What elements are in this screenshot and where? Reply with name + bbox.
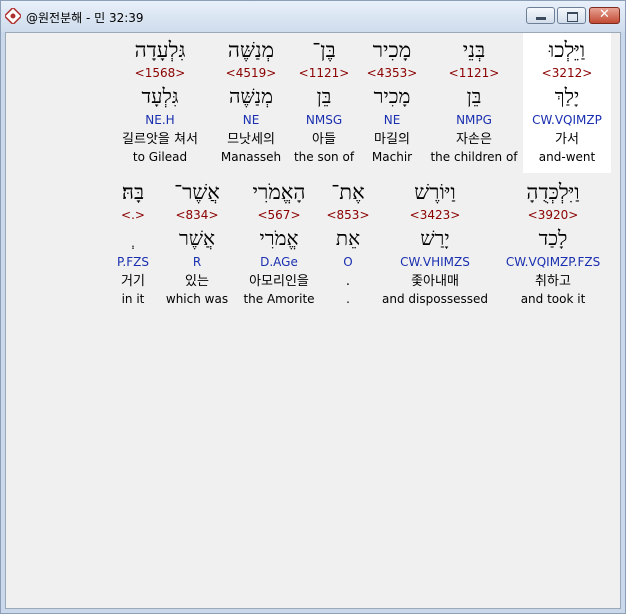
strong-number[interactable]: <3423> xyxy=(380,208,490,222)
word-cell[interactable]: מְנַשֶּׁה <4519> מְנַשֶּׁה NE 므낫세의 Manas… xyxy=(218,33,284,173)
title-bar[interactable]: @원전분해 - 민 32:39 ✕ xyxy=(1,1,625,32)
english-gloss: and-went xyxy=(538,150,596,164)
strong-number[interactable]: <853> xyxy=(324,208,372,222)
word-cell[interactable]: בֶּן־ <1121> בֵּן NMSG 아들 the son of xyxy=(292,33,356,173)
word-cell[interactable]: בָּהּ׃ <.> ְ P.FZS 거기 in it xyxy=(110,175,156,315)
hebrew-word: הָאֱמֹרִי xyxy=(252,180,306,204)
english-gloss: the Amorite xyxy=(243,292,315,306)
morphology-code: NE xyxy=(383,113,401,127)
strong-number[interactable]: <1568> xyxy=(110,66,210,80)
lemma-word: אֱמֹרִי xyxy=(259,226,299,250)
hebrew-word: וַיּוֹרֶשׁ xyxy=(414,180,456,204)
strong-number[interactable]: <4519> xyxy=(218,66,284,80)
close-button[interactable]: ✕ xyxy=(589,7,620,24)
korean-gloss: 거기 xyxy=(121,274,145,289)
lemma-word: יָלַךְ xyxy=(554,84,580,108)
lemma-word: אֵת xyxy=(335,226,361,250)
morphology-code: NE xyxy=(242,113,260,127)
english-gloss: to Gilead xyxy=(132,150,188,164)
lemma-word: לָכַד xyxy=(538,226,568,250)
lemma-word: בֵּן xyxy=(316,84,332,108)
strong-number[interactable]: <3212> xyxy=(523,66,611,80)
english-gloss: and took it xyxy=(520,292,586,306)
minimize-button[interactable] xyxy=(526,7,555,24)
korean-gloss: 좇아내매 xyxy=(411,274,459,289)
app-logo-icon xyxy=(5,8,21,24)
morphology-code: NMSG xyxy=(305,113,343,127)
korean-gloss: 가서 xyxy=(555,132,579,147)
word-cell[interactable]: אֲשֶׁר־ <834> אֲשֶׁר R 있는 which was xyxy=(164,175,230,315)
hebrew-word: גִּלְעָדָה xyxy=(134,38,186,62)
morphology-code: NE.H xyxy=(145,113,175,127)
interlinear-panel: וַיֵּלְכוּ <3212> יָלַךְ CW.VQIMZP 가서 an… xyxy=(5,32,621,609)
word-cell[interactable]: וַיּוֹרֶשׁ <3423> יָרַשׁ CW.VHIMZS 좇아내매 … xyxy=(380,175,490,315)
korean-gloss: . xyxy=(345,274,351,289)
word-cell[interactable]: גִּלְעָדָה <1568> גִּלְעָד NE.H 길르앗을 쳐서 … xyxy=(110,33,210,173)
english-gloss: Manasseh xyxy=(220,150,282,164)
morphology-code: D.AGe xyxy=(260,255,298,269)
word-cell[interactable]: מָכִיר <4353> מָכִיר NE 마길의 Machir xyxy=(362,33,422,173)
hebrew-word: אֲשֶׁר־ xyxy=(174,180,220,204)
hebrew-word: אֶת־ xyxy=(331,180,365,204)
hebrew-word: מְנַשֶּׁה xyxy=(227,38,275,62)
english-gloss: which was xyxy=(165,292,229,306)
english-gloss: . xyxy=(346,292,350,306)
morphology-code: CW.VHIMZS xyxy=(400,255,470,269)
morphology-code: O xyxy=(343,255,353,269)
english-gloss: the son of xyxy=(293,150,355,164)
maximize-button[interactable] xyxy=(557,7,586,24)
minimize-icon xyxy=(536,17,546,20)
lemma-word: גִּלְעָד xyxy=(141,84,179,108)
word-cell[interactable]: אֶת־ <853> אֵת O . . xyxy=(324,175,372,315)
close-icon: ✕ xyxy=(599,7,610,22)
korean-gloss: 있는 xyxy=(185,274,209,289)
window-title: @원전분해 - 민 32:39 xyxy=(26,11,144,25)
lemma-word: מְנַשֶּׁה xyxy=(228,84,274,108)
lemma-word: אֲשֶׁר xyxy=(179,226,215,250)
lemma-word: מָכִיר xyxy=(373,84,411,108)
morphology-code: P.FZS xyxy=(117,255,149,269)
maximize-icon xyxy=(567,12,578,22)
korean-gloss: 자손은 xyxy=(456,132,492,147)
word-cell[interactable]: וַיֵּלְכוּ <3212> יָלַךְ CW.VQIMZP 가서 an… xyxy=(523,33,611,173)
morphology-code: CW.VQIMZP xyxy=(532,113,602,127)
hebrew-word: מָכִיר xyxy=(372,38,412,62)
strong-number[interactable]: <567> xyxy=(240,208,318,222)
korean-gloss: 길르앗을 쳐서 xyxy=(122,132,198,147)
morphology-code: R xyxy=(192,255,202,269)
english-gloss: and dispossessed xyxy=(382,292,488,306)
word-cell[interactable]: וַיִּלְכְּדֻהָ <3920> לָכַד CW.VQIMZP.FZ… xyxy=(500,175,606,315)
hebrew-word: בְּנֵי xyxy=(462,38,486,62)
strong-number[interactable]: <1121> xyxy=(292,66,356,80)
word-cell[interactable]: הָאֱמֹרִי <567> אֱמֹרִי D.AGe 아모리인을 the … xyxy=(240,175,318,315)
strong-number[interactable]: <834> xyxy=(164,208,230,222)
english-gloss: Machir xyxy=(371,150,413,164)
word-cell[interactable]: בְּנֵי <1121> בֵּן NMPG 자손은 the children… xyxy=(430,33,518,173)
morphology-code: NMPG xyxy=(456,113,492,127)
strong-number[interactable]: <4353> xyxy=(362,66,422,80)
english-gloss: in it xyxy=(121,292,145,306)
korean-gloss: 마길의 xyxy=(374,132,410,147)
english-gloss: the children of xyxy=(430,150,518,164)
hebrew-word: בָּהּ׃ xyxy=(121,180,145,204)
hebrew-word: וַיֵּלְכוּ xyxy=(548,38,586,62)
app-window: @원전분해 - 민 32:39 ✕ וַיֵּלְכוּ <3212> יָלַ… xyxy=(0,0,626,614)
korean-gloss: 므낫세의 xyxy=(227,132,275,147)
korean-gloss: 아모리인을 xyxy=(249,274,309,289)
strong-number[interactable]: <3920> xyxy=(500,208,606,222)
lemma-word: בֵּן xyxy=(466,84,482,108)
lemma-word: ְ xyxy=(110,226,156,250)
hebrew-word: וַיִּלְכְּדֻהָ xyxy=(526,180,580,204)
strong-number[interactable]: <.> xyxy=(110,208,156,222)
korean-gloss: 아들 xyxy=(312,132,336,147)
morphology-code: CW.VQIMZP.FZS xyxy=(505,255,601,269)
lemma-word: יָרַשׁ xyxy=(420,226,450,250)
strong-number[interactable]: <1121> xyxy=(430,66,518,80)
korean-gloss: 취하고 xyxy=(535,274,571,289)
hebrew-word: בֶּן־ xyxy=(312,38,336,62)
